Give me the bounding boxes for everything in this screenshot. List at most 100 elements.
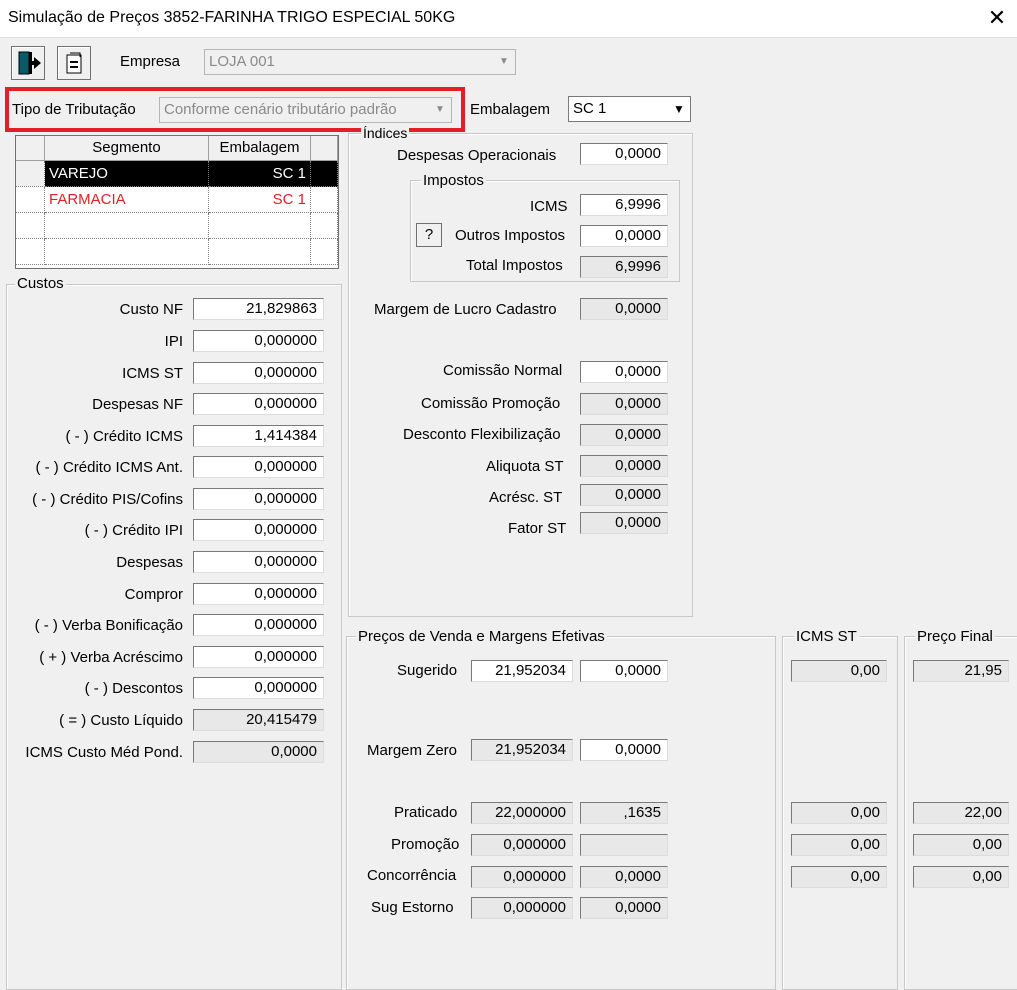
blank-cell bbox=[311, 213, 338, 239]
margem-zero-preco-field: 21,952034 bbox=[471, 739, 573, 761]
desconto-flex-field: 0,0000 bbox=[580, 424, 668, 446]
praticado-margem-field: ,1635 bbox=[580, 802, 668, 824]
grid-header-embalagem: Embalagem bbox=[209, 136, 311, 161]
table-row[interactable]: FARMACIA SC 1 bbox=[16, 187, 338, 213]
segment-grid: Segmento Embalagem VAREJO SC 1 FARMACIA … bbox=[15, 135, 339, 269]
row-selector[interactable] bbox=[16, 213, 45, 239]
comissao-normal-field[interactable]: 0,0000 bbox=[580, 361, 668, 383]
acresc-st-label: Acrésc. ST bbox=[489, 489, 563, 506]
outros-impostos-label: Outros Impostos bbox=[455, 227, 566, 244]
row-selector[interactable] bbox=[16, 187, 45, 213]
custos-title: Custos bbox=[15, 275, 66, 292]
aliquota-st-label: Aliquota ST bbox=[486, 458, 564, 475]
desconto-flex-label: Desconto Flexibilização bbox=[403, 426, 561, 443]
sugerido-margem-field[interactable]: 0,0000 bbox=[580, 660, 668, 682]
table-row[interactable] bbox=[16, 239, 338, 265]
embalagem-value: SC 1 bbox=[573, 100, 607, 117]
blank-cell bbox=[311, 161, 338, 187]
acresc-st-field: 0,0000 bbox=[580, 484, 668, 506]
custo-field[interactable]: 0,000000 bbox=[193, 393, 324, 415]
segment-cell[interactable] bbox=[45, 239, 209, 265]
table-row[interactable]: VAREJO SC 1 bbox=[16, 161, 338, 187]
concorrencia-label: Concorrência bbox=[367, 867, 457, 884]
custo-label: Compror bbox=[124, 586, 183, 603]
margem-zero-margem-field[interactable]: 0,0000 bbox=[580, 739, 668, 761]
icms-label: ICMS bbox=[530, 198, 568, 215]
refresh-icon bbox=[66, 52, 82, 74]
custo-field[interactable]: 0,000000 bbox=[193, 646, 324, 668]
preco-final-promocao-field: 0,00 bbox=[913, 834, 1009, 856]
title-bar: Simulação de Preços 3852-FARINHA TRIGO E… bbox=[0, 0, 1017, 38]
chevron-down-icon[interactable]: ▼ bbox=[670, 99, 688, 119]
custo-label: ( - ) Crédito PIS/Cofins bbox=[32, 491, 183, 508]
custo-field[interactable]: 0,000000 bbox=[193, 583, 324, 605]
blank-cell bbox=[311, 239, 338, 265]
comissao-promocao-field: 0,0000 bbox=[580, 393, 668, 415]
row-selector[interactable] bbox=[16, 161, 45, 187]
icms-st-promocao-field: 0,00 bbox=[791, 834, 887, 856]
empresa-select[interactable]: LOJA 001 ▼ bbox=[204, 49, 516, 75]
exit-button[interactable] bbox=[11, 46, 45, 80]
embalagem-select[interactable]: SC 1 ▼ bbox=[568, 96, 691, 122]
sug-estorno-label: Sug Estorno bbox=[371, 899, 454, 916]
icms-field[interactable]: 6,9996 bbox=[580, 194, 668, 216]
help-button[interactable]: ? bbox=[416, 223, 442, 247]
close-icon[interactable]: ✕ bbox=[982, 4, 1012, 32]
promocao-margem-field bbox=[580, 834, 668, 856]
custo-label: ( - ) Verba Bonificação bbox=[34, 617, 183, 634]
icms-st-praticado-field: 0,00 bbox=[791, 802, 887, 824]
custo-field[interactable]: 0,000000 bbox=[193, 488, 324, 510]
segment-cell[interactable] bbox=[45, 213, 209, 239]
comissao-promocao-label: Comissão Promoção bbox=[421, 395, 561, 412]
preco-final-title: Preço Final bbox=[915, 628, 995, 645]
precos-title: Preços de Venda e Margens Efetivas bbox=[356, 628, 607, 645]
custo-field: 20,415479 bbox=[193, 709, 324, 731]
custo-label: ( - ) Descontos bbox=[84, 680, 183, 697]
icms-st-concorrencia-field: 0,00 bbox=[791, 866, 887, 888]
sugerido-preco-field[interactable]: 21,952034 bbox=[471, 660, 573, 682]
segment-cell[interactable]: FARMACIA bbox=[45, 187, 209, 213]
total-impostos-field: 6,9996 bbox=[580, 256, 668, 278]
custo-field[interactable]: 0,000000 bbox=[193, 330, 324, 352]
refresh-button[interactable] bbox=[57, 46, 91, 80]
icms-st-title: ICMS ST bbox=[794, 628, 859, 645]
custo-label: ( = ) Custo Líquido bbox=[59, 712, 183, 729]
embalagem-cell[interactable] bbox=[209, 239, 311, 265]
custo-field[interactable]: 0,000000 bbox=[193, 456, 324, 478]
chevron-down-icon[interactable]: ▼ bbox=[495, 52, 513, 72]
custo-label: Despesas NF bbox=[92, 396, 183, 413]
grid-corner bbox=[16, 136, 45, 161]
custo-label: ICMS ST bbox=[122, 365, 183, 382]
impostos-title: Impostos bbox=[421, 172, 486, 189]
custo-field[interactable]: 21,829863 bbox=[193, 298, 324, 320]
segment-cell[interactable]: VAREJO bbox=[45, 161, 209, 187]
window-title: Simulação de Preços 3852-FARINHA TRIGO E… bbox=[8, 9, 456, 26]
exit-door-icon bbox=[18, 51, 41, 75]
total-impostos-label: Total Impostos bbox=[466, 257, 563, 274]
fator-st-label: Fator ST bbox=[508, 520, 567, 537]
custo-field[interactable]: 0,000000 bbox=[193, 362, 324, 384]
embalagem-cell[interactable]: SC 1 bbox=[209, 187, 311, 213]
custo-field[interactable]: 0,000000 bbox=[193, 677, 324, 699]
embalagem-cell[interactable]: SC 1 bbox=[209, 161, 311, 187]
custo-label: ( + ) Verba Acréscimo bbox=[39, 649, 183, 666]
custo-field[interactable]: 1,414384 bbox=[193, 425, 324, 447]
custo-field[interactable]: 0,000000 bbox=[193, 614, 324, 636]
praticado-label: Praticado bbox=[394, 804, 458, 821]
despesas-operacionais-label: Despesas Operacionais bbox=[397, 147, 557, 164]
row-selector[interactable] bbox=[16, 239, 45, 265]
custo-label: ICMS Custo Méd Pond. bbox=[25, 744, 183, 761]
margem-lucro-field: 0,0000 bbox=[580, 298, 668, 320]
despesas-operacionais-field[interactable]: 0,0000 bbox=[580, 143, 668, 165]
outros-impostos-field[interactable]: 0,0000 bbox=[580, 225, 668, 247]
custo-label: ( - ) Crédito ICMS bbox=[65, 428, 183, 445]
custo-field: 0,0000 bbox=[193, 741, 324, 763]
preco-final-sugerido-field: 21,95 bbox=[913, 660, 1009, 682]
promocao-label: Promoção bbox=[391, 836, 460, 853]
table-row[interactable] bbox=[16, 213, 338, 239]
custo-label: ( - ) Crédito ICMS Ant. bbox=[35, 459, 183, 476]
sug-estorno-margem-field: 0,0000 bbox=[580, 897, 668, 919]
embalagem-cell[interactable] bbox=[209, 213, 311, 239]
custo-field[interactable]: 0,000000 bbox=[193, 519, 324, 541]
custo-field[interactable]: 0,000000 bbox=[193, 551, 324, 573]
